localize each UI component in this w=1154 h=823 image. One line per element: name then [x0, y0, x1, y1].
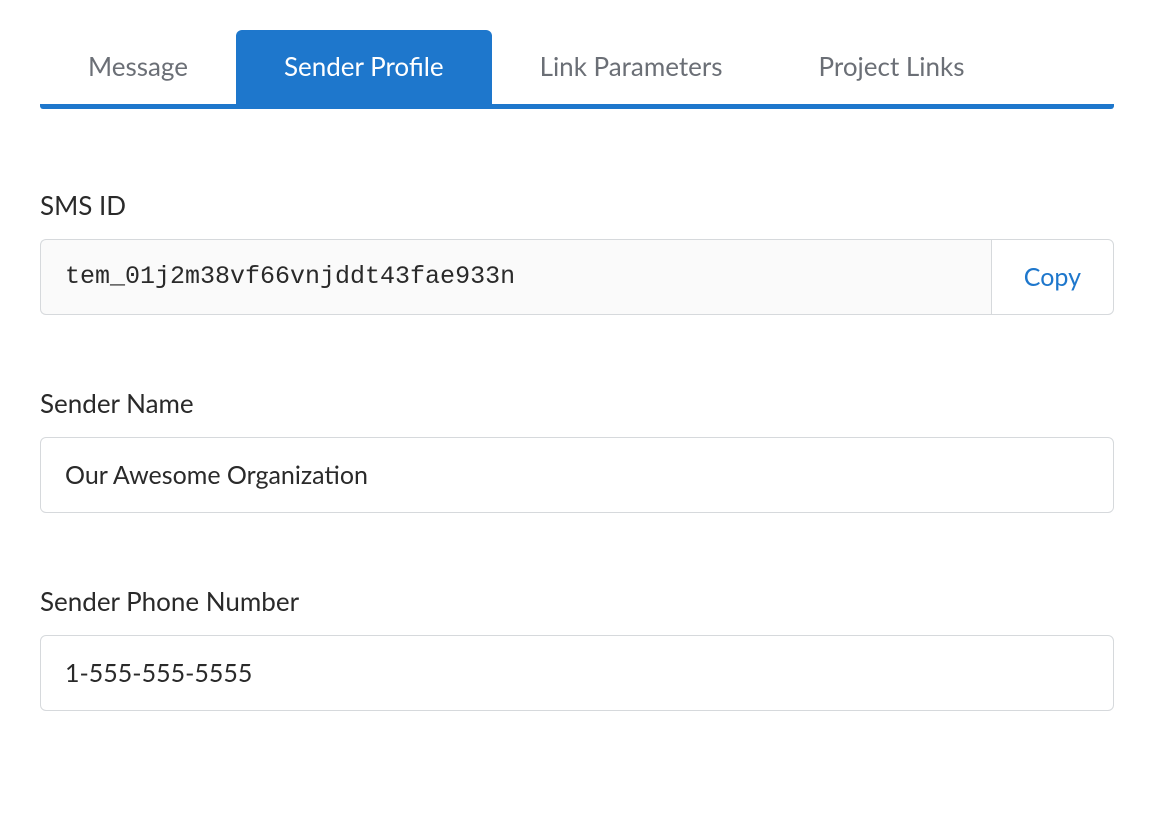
- sender-name-label: Sender Name: [40, 387, 1114, 419]
- sender-name-input[interactable]: [40, 437, 1114, 513]
- sender-phone-input[interactable]: [40, 635, 1114, 711]
- sms-id-value: tem_01j2m38vf66vnjddt43fae933n: [40, 239, 991, 315]
- copy-button[interactable]: Copy: [991, 239, 1114, 315]
- sms-id-label: SMS ID: [40, 189, 1114, 221]
- tab-project-links[interactable]: Project Links: [771, 30, 1013, 104]
- tab-link-parameters[interactable]: Link Parameters: [492, 30, 771, 104]
- tab-bar: Message Sender Profile Link Parameters P…: [40, 30, 1114, 109]
- tab-sender-profile[interactable]: Sender Profile: [236, 30, 492, 104]
- sender-phone-label: Sender Phone Number: [40, 585, 1114, 617]
- tab-message[interactable]: Message: [40, 30, 236, 104]
